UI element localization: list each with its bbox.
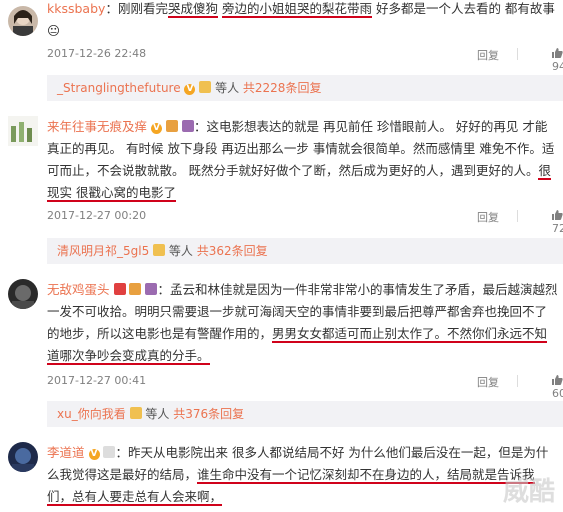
emoji-icon <box>199 81 212 93</box>
emoji-icon <box>129 407 142 419</box>
avatar[interactable] <box>8 6 38 36</box>
timestamp: 2017-12-26 22:48 <box>47 47 147 60</box>
thumbs-up-icon <box>552 210 563 220</box>
avatar[interactable] <box>8 116 38 146</box>
user-avatar-icon <box>13 10 33 36</box>
comment-meta: 2017-12-26 22:48 回复 9423 <box>47 44 563 73</box>
comment-meta: 2017-12-27 00:41 回复 6057 <box>47 371 563 400</box>
comment-text: 李道道 V ：昨天从电影院出来 很多人都说结局不好 为什么他们最后没在一起，但是… <box>47 445 549 506</box>
reply-count[interactable]: 共376条回复 <box>173 407 244 421</box>
comment-text: 来年往事无痕及痒 V ：这电影想表达的就是 再见前任 珍惜眼前人。 好好的再见 … <box>47 119 555 202</box>
bottles-avatar-icon <box>11 122 32 142</box>
v-badge-icon: V <box>151 123 162 134</box>
username[interactable]: 李道道 <box>47 445 85 460</box>
divider <box>517 210 518 222</box>
like-button[interactable]: 9423 <box>552 47 563 73</box>
reply-user[interactable]: xu_你向我看 <box>57 407 126 421</box>
emoji-icon <box>153 244 166 256</box>
divider <box>517 375 518 387</box>
v-badge-icon: V <box>88 449 100 460</box>
star-icon <box>113 283 126 295</box>
badge-icon <box>145 283 158 295</box>
panda-icon <box>103 446 116 458</box>
like-button[interactable]: 6057 <box>552 374 563 400</box>
reply-button[interactable]: 回复 <box>477 47 499 63</box>
like-count: 6057 <box>552 387 563 400</box>
reply-button[interactable]: 回复 <box>477 209 499 225</box>
emoji-icon <box>165 120 178 132</box>
timestamp: 2017-12-27 00:41 <box>47 374 147 387</box>
comment-meta: 2017-12-27 00:20 回复 7295 <box>47 206 563 235</box>
reply-thread-bar[interactable]: 清风明月祁_5gl5 等人 共362条回复 <box>47 238 563 264</box>
reply-count[interactable]: 共362条回复 <box>197 244 268 258</box>
v-badge-icon: V <box>184 84 196 95</box>
reply-button[interactable]: 回复 <box>477 374 499 390</box>
username[interactable]: 来年往事无痕及痒 <box>47 119 147 134</box>
watermark: 威酷 <box>502 477 555 507</box>
avatar[interactable] <box>8 279 38 309</box>
timestamp: 2017-12-27 00:20 <box>47 209 147 222</box>
comment-text: 无敌鸡蛋头 ：孟云和林佳就是因为一件非常非常小的事情发生了矛盾，最后越演越烈一发… <box>47 282 558 365</box>
user-avatar-icon <box>12 285 34 309</box>
thumbs-up-icon <box>552 48 563 58</box>
comment-text: kkssbaby：刚刚看完哭成傻狗 旁边的小姐姐哭的梨花带雨 好多都是一个人去看… <box>47 1 555 38</box>
like-button[interactable]: 7295 <box>552 209 563 235</box>
user-avatar-icon <box>12 448 34 472</box>
badge-icon <box>181 120 194 132</box>
reply-thread-bar[interactable]: _Stranglingthefuture V 等人 共2228条回复 <box>47 75 563 101</box>
emoji: 😐 <box>47 23 61 38</box>
like-count: 9423 <box>552 60 563 73</box>
divider <box>517 48 518 60</box>
username[interactable]: kkssbaby <box>47 1 105 16</box>
reply-user[interactable]: 清风明月祁_5gl5 <box>57 244 149 258</box>
emoji-icon <box>129 283 142 295</box>
reply-user[interactable]: _Stranglingthefuture <box>57 81 181 95</box>
reply-count[interactable]: 共2228条回复 <box>243 81 322 95</box>
username[interactable]: 无敌鸡蛋头 <box>47 282 110 297</box>
reply-thread-bar[interactable]: xu_你向我看 等人 共376条回复 <box>47 401 563 427</box>
thumbs-up-icon <box>552 375 563 385</box>
like-count: 7295 <box>552 222 563 235</box>
avatar[interactable] <box>8 442 38 472</box>
